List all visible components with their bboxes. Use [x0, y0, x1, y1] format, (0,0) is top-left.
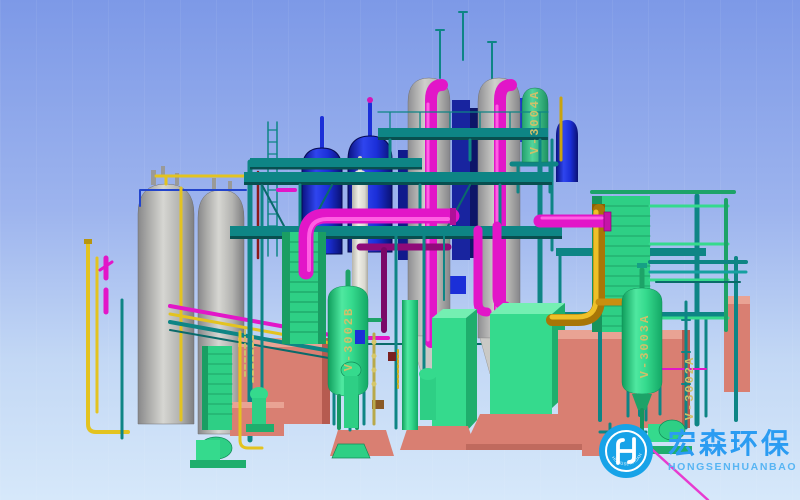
- equipment-tag-v-3002a: V-3002A: [683, 356, 697, 420]
- equipment-tag-v-3003a: V-3003A: [638, 314, 652, 378]
- logo-icon: HONGSENHUANBAO: [598, 423, 654, 479]
- logo-text-chinese: 宏森环保: [668, 429, 797, 458]
- green-tank-box-1: [432, 309, 477, 432]
- vent-poles: [436, 12, 496, 84]
- equipment-tag-v-3002b: V-3002B: [342, 307, 356, 371]
- logo-text-block: 宏森环保 HONGSENHUANBAO: [668, 429, 797, 472]
- company-watermark: HONGSENHUANBAO 宏森环保 HONGSENHUANBAO: [598, 423, 797, 479]
- equipment-tag-v-3004a: V-3004A: [528, 90, 542, 154]
- plant-3d-scene: V-3002B V-3003A V-3002A V-3004A HONGSENHUAN…: [0, 0, 800, 500]
- logo-text-english: HONGSENHUANBAO: [668, 461, 797, 473]
- gray-storage-tank-1: [138, 166, 194, 424]
